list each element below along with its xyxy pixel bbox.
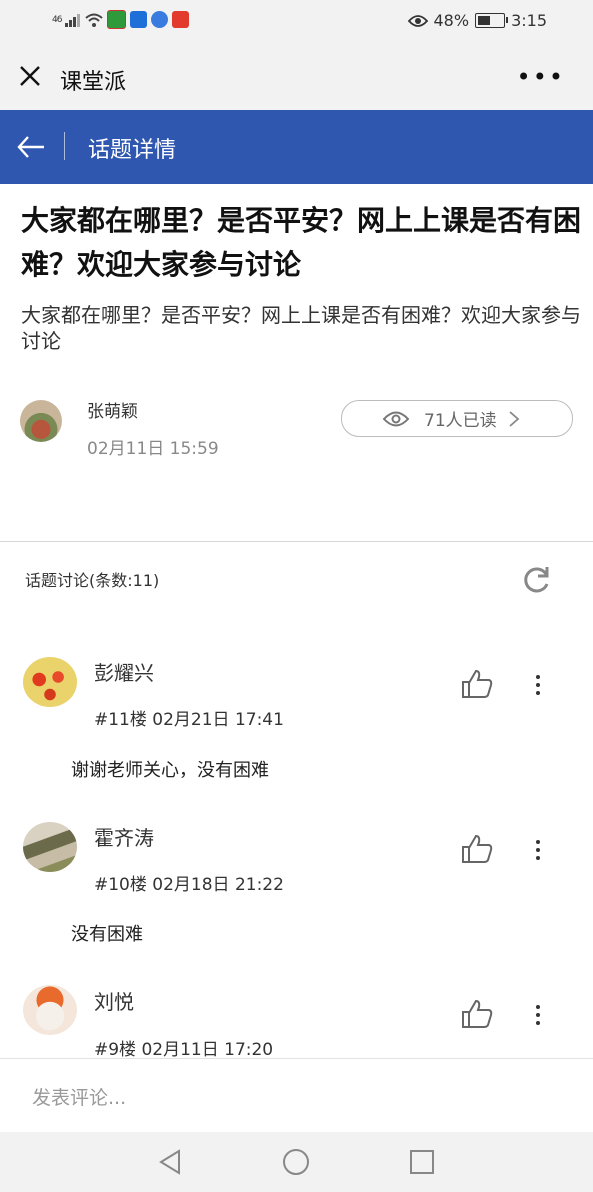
status-bar: 46 48% 3:15 [0, 0, 593, 44]
comment-meta: #10楼 02月18日 21:22 [94, 875, 284, 895]
comment-input-placeholder[interactable]: 发表评论... [32, 1083, 126, 1110]
comment-text: 谢谢老师关心，没有困难 [71, 760, 269, 781]
app-icon-music [151, 11, 169, 28]
discussion-header: 话题讨论(条数:11) [25, 571, 160, 590]
title-bar: 课堂派 ••• [0, 44, 593, 111]
eye-icon [382, 411, 410, 426]
page-title: 话题详情 [88, 138, 177, 163]
eye-icon [407, 14, 428, 27]
nav-back-icon[interactable] [156, 1148, 184, 1176]
refresh-icon[interactable] [520, 564, 552, 596]
more-vertical-icon[interactable] [528, 673, 548, 697]
app-icon-green [107, 10, 127, 29]
more-vertical-icon[interactable] [528, 1003, 548, 1027]
commenter-name: 刘悦 [94, 990, 134, 1014]
nav-home-icon[interactable] [282, 1148, 310, 1176]
close-icon[interactable] [18, 64, 42, 88]
system-nav-bar [0, 1132, 593, 1192]
network-type: 46 [52, 14, 63, 25]
back-arrow-icon[interactable] [16, 134, 46, 160]
post-body: 大家都在哪里？是否平安？网上上课是否有困难？欢迎大家参与讨论 [21, 303, 581, 353]
nav-recents-icon[interactable] [408, 1148, 436, 1176]
read-count: 71人已读 [424, 411, 497, 431]
more-vertical-icon[interactable] [528, 838, 548, 862]
header-divider [64, 132, 65, 160]
comment-composer[interactable]: 发表评论... [0, 1058, 593, 1133]
signal-icon [65, 13, 81, 27]
author-name: 张萌颖 [87, 402, 138, 422]
battery-percent: 48% [433, 11, 470, 30]
thumbs-up-icon[interactable] [460, 998, 494, 1030]
app-icon-blue [130, 11, 148, 28]
section-divider [0, 541, 593, 542]
author-avatar[interactable] [20, 400, 62, 442]
read-count-button[interactable]: 71人已读 [341, 400, 573, 437]
commenter-avatar[interactable] [23, 657, 77, 707]
comment-meta: #9楼 02月11日 17:20 [94, 1040, 274, 1060]
chevron-right-icon [509, 410, 520, 427]
commenter-avatar[interactable] [23, 822, 77, 872]
wifi-icon [85, 13, 104, 27]
clock: 3:15 [511, 11, 547, 30]
battery-icon [475, 13, 509, 28]
commenter-name: 霍齐涛 [94, 826, 154, 850]
app-title: 课堂派 [60, 70, 127, 95]
app-icon-red [172, 11, 190, 28]
more-menu-icon[interactable]: ••• [517, 63, 565, 91]
post-title: 大家都在哪里？是否平安？网上上课是否有困难？欢迎大家参与讨论 [21, 204, 582, 281]
comment-meta: #11楼 02月21日 17:41 [94, 710, 284, 730]
post-time: 02月11日 15:59 [87, 439, 219, 459]
commenter-name: 彭耀兴 [94, 661, 154, 685]
comment-text: 没有困难 [71, 924, 143, 945]
thumbs-up-icon[interactable] [460, 668, 494, 700]
commenter-avatar[interactable] [23, 985, 77, 1035]
thumbs-up-icon[interactable] [460, 833, 494, 865]
topic-header: 话题详情 [0, 110, 593, 184]
